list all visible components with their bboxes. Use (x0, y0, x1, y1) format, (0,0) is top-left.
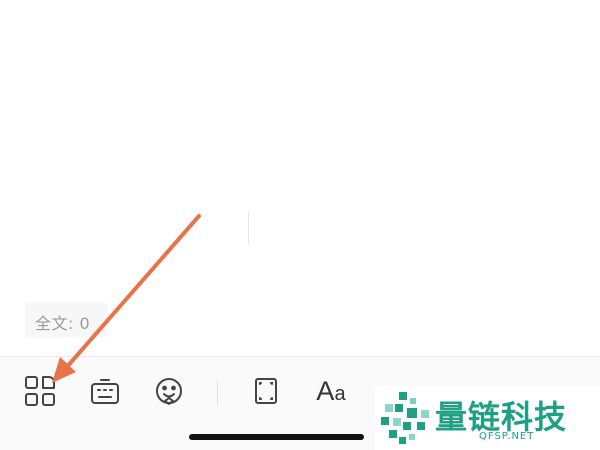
watermark: 量链科技 QFSP.NET (375, 386, 600, 450)
grid-four-icon (25, 376, 55, 406)
fullscreen-button[interactable] (248, 373, 284, 409)
watermark-logo-icon (381, 392, 429, 444)
word-count-badge: 全文: 0 (25, 302, 107, 338)
word-count-label: 全文: 0 (35, 314, 91, 333)
emoji-button[interactable] (151, 373, 187, 409)
toolbar-divider (217, 380, 218, 406)
insert-module-button[interactable] (22, 373, 58, 409)
keyboard-icon (91, 379, 119, 404)
keyboard-button[interactable] (87, 373, 123, 409)
emoji-face-icon (156, 378, 182, 405)
watermark-url: QFSP.NET (479, 431, 535, 442)
frame-expand-icon (255, 378, 277, 404)
text-format-button[interactable]: Aa (313, 373, 349, 409)
home-indicator (189, 434, 364, 440)
font-size-icon: Aa (316, 375, 346, 406)
text-caret (248, 212, 249, 244)
